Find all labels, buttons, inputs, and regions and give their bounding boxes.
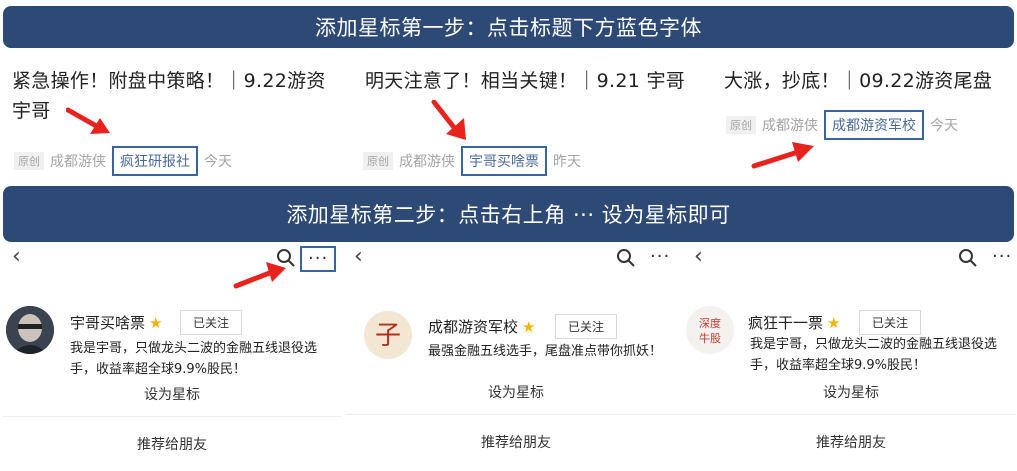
publish-time: 今天 [204,154,232,170]
profile-desc-line: 我是宇哥，只做龙头二波的金融五线退役选 [70,341,318,356]
divider [2,416,342,417]
step2-banner: 添加星标第二步：点击右上角 ··· 设为星标即可 [3,186,1014,242]
avatar-text: 牛股 [699,331,721,345]
nav-bar-3: ‹ ··· [694,246,1014,272]
recommend-button[interactable]: 推荐给朋友 [2,434,342,454]
avatar: 深度 牛股 [686,306,734,354]
article-title[interactable]: 大涨，抄底！｜09.22游资尾盘 [724,66,1014,96]
profile-name: 疯狂干一票 ★ [748,312,840,333]
search-icon[interactable] [616,248,636,268]
profile-desc: 我是宇哥，只做龙头二波的金融五线退役选 手，收益率超全球9.9%股民！ [70,338,350,380]
divider [346,414,686,415]
article-3[interactable]: 大涨，抄底！｜09.22游资尾盘 [724,66,1014,96]
profile-desc-line: 手，收益率超全球9.9%股民！ [70,362,247,377]
original-tag: 原创 [14,152,44,170]
back-icon[interactable]: ‹ [694,246,703,268]
more-icon[interactable]: ··· [992,246,1012,268]
set-star-button[interactable]: 设为星标 [2,384,342,404]
divider [686,414,1016,415]
profile-name-text: 成都游资军校 [428,318,519,336]
arrow-icon [431,100,466,140]
profile-desc-line: 手，收益率超全球9.9%股民！ [750,358,927,373]
profile-desc: 最强金融五线选手，尾盘准点带你抓妖！ [428,341,688,362]
recommend-button[interactable]: 推荐给朋友 [346,432,686,452]
profile-desc: 我是宇哥，只做龙头二波的金融五线退役选 手，收益率超全球9.9%股民！ [750,334,1017,376]
back-icon[interactable]: ‹ [354,246,363,268]
profile-name-text: 宇哥买啥票 [70,314,146,332]
avatar-image: 子 [364,311,412,359]
original-tag: 原创 [726,116,756,134]
avatar-image: 深度 牛股 [686,306,734,354]
set-star-button[interactable]: 设为星标 [346,382,686,402]
profile-name: 宇哥买啥票 ★ [70,312,162,333]
article-1-meta: 原创 成都游侠 疯狂研报社 今天 [14,146,232,176]
account-link[interactable]: 疯狂研报社 [112,146,198,176]
nav-bar-1: ‹ ··· [12,246,342,272]
original-tag: 原创 [363,152,393,170]
author-name: 成都游侠 [50,154,106,170]
more-icon[interactable]: ··· [650,246,670,268]
profile-desc-line: 最强金融五线选手，尾盘准点带你抓妖！ [428,344,663,359]
star-icon: ★ [149,314,163,332]
publish-time: 今天 [930,118,958,134]
arrow-icon [233,262,286,289]
article-2-meta: 原创 成都游侠 宇哥买啥票 昨天 [363,146,581,176]
nav-bar-2: ‹ ··· [354,246,684,272]
avatar-image [6,306,54,354]
recommend-button[interactable]: 推荐给朋友 [686,432,1016,452]
step1-banner: 添加星标第一步：点击标题下方蓝色字体 [3,6,1014,48]
follow-button[interactable]: 已关注 [555,314,618,339]
arrow-icon [751,142,814,169]
avatar-text: 深度 [699,316,721,330]
more-icon[interactable]: ··· [300,246,337,272]
svg-text:子: 子 [375,321,401,351]
article-2[interactable]: 明天注意了！相当关键！｜9.21 宇哥 [365,66,695,96]
search-icon[interactable] [958,248,978,268]
follow-button[interactable]: 已关注 [859,310,922,335]
account-link[interactable]: 宇哥买啥票 [461,146,547,176]
set-star-button[interactable]: 设为星标 [686,382,1016,402]
star-icon: ★ [827,314,841,332]
article-3-meta: 原创 成都游侠 成都游资军校 今天 [726,110,958,140]
profile-desc-line: 我是宇哥，只做龙头二波的金融五线退役选 [750,337,998,352]
avatar: 子 [364,311,412,359]
author-name: 成都游侠 [762,118,818,134]
article-title[interactable]: 紧急操作！附盘中策略！｜9.22游资宇哥 [12,66,342,126]
profile-name-text: 疯狂干一票 [748,314,824,332]
article-1[interactable]: 紧急操作！附盘中策略！｜9.22游资宇哥 [12,66,342,126]
profile-name: 成都游资军校 ★ [428,316,535,337]
follow-button[interactable]: 已关注 [180,310,243,335]
star-icon: ★ [522,318,536,336]
author-name: 成都游侠 [399,154,455,170]
account-link[interactable]: 成都游资军校 [824,110,924,140]
article-title[interactable]: 明天注意了！相当关键！｜9.21 宇哥 [365,66,695,96]
arrow-icon [66,107,110,134]
avatar [6,306,54,354]
publish-time: 昨天 [553,154,581,170]
back-icon[interactable]: ‹ [12,246,21,268]
